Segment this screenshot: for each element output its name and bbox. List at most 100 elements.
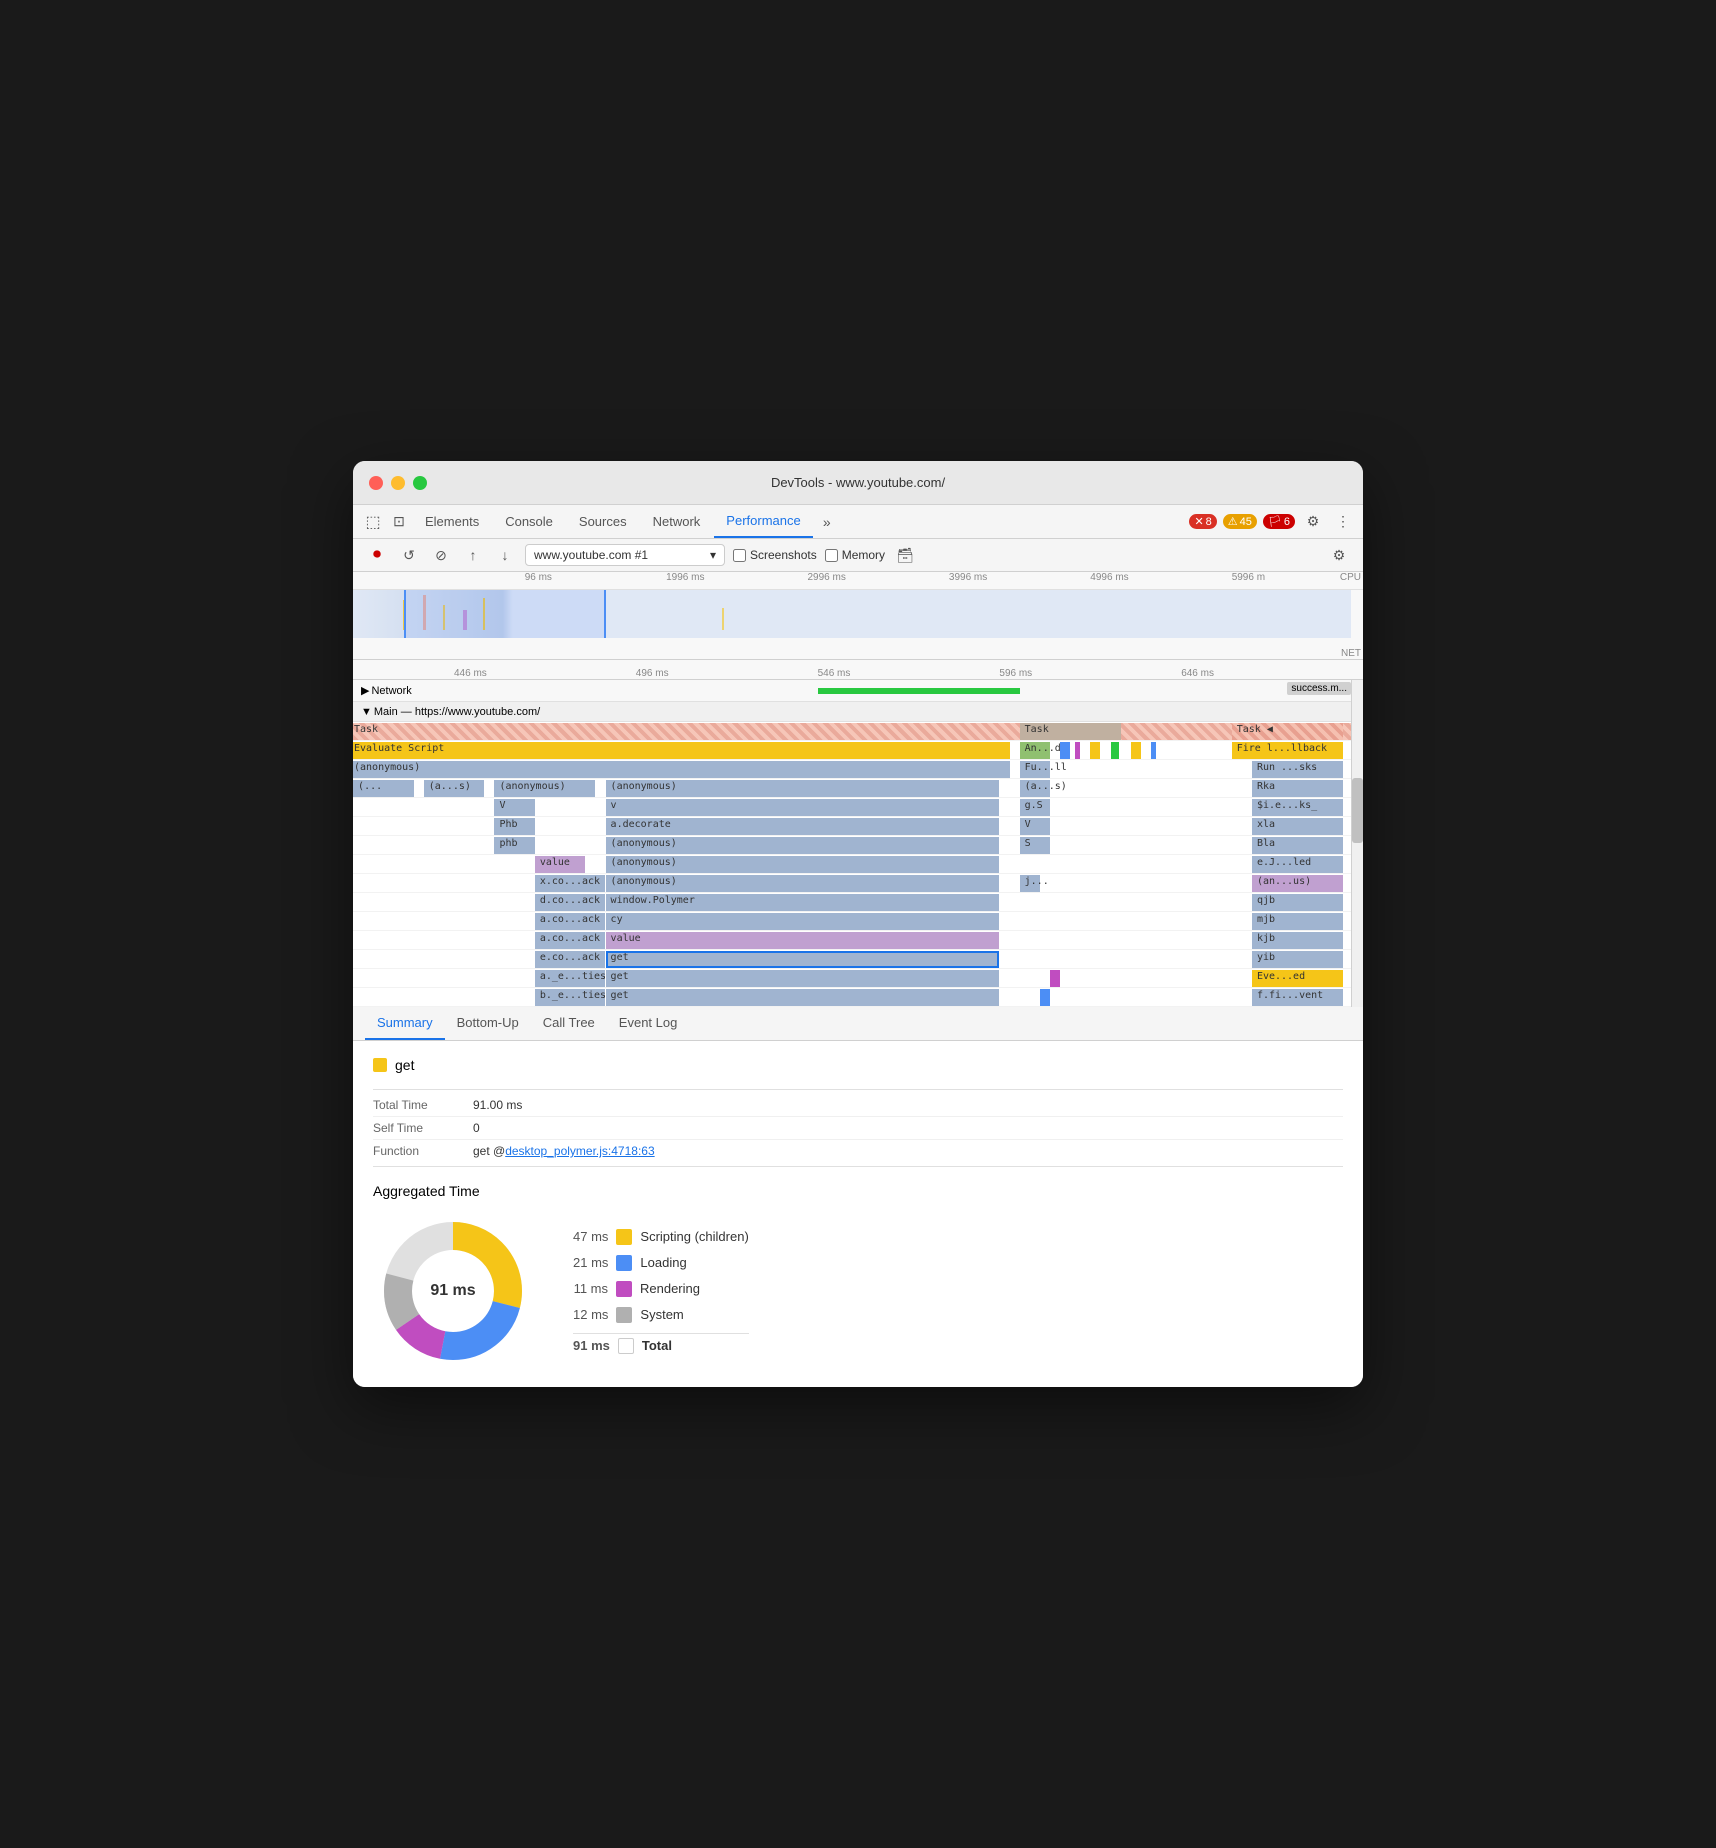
warn-badge: ⚠ 45 — [1223, 514, 1257, 529]
function-label: Function — [373, 1144, 473, 1158]
total-ms-legend: 91 ms — [573, 1338, 610, 1353]
clear-icon[interactable]: ⊘ — [429, 543, 453, 567]
cursor-icon[interactable]: ⬚ — [361, 510, 385, 534]
more-options-icon[interactable]: ⋮ — [1331, 510, 1355, 534]
self-time-label: Self Time — [373, 1121, 473, 1135]
flame-row-phb[interactable]: Phb a.decorate V xla — [353, 817, 1363, 836]
function-row: Function get @ desktop_polymer.js:4718:6… — [373, 1140, 1343, 1167]
flame-row-value[interactable]: value (anonymous) e.J...led — [353, 855, 1363, 874]
address-row: ⏺ ↺ ⊘ ↑ ↓ www.youtube.com #1 ▾ Screensho… — [353, 539, 1363, 572]
flame-row-eco[interactable]: e.co...ack get yib — [353, 950, 1363, 969]
scripting-label: Scripting (children) — [640, 1229, 748, 1244]
reload-icon[interactable]: ↺ — [397, 543, 421, 567]
loading-ms: 21 ms — [573, 1255, 608, 1270]
scrollbar-thumb[interactable] — [1352, 778, 1363, 843]
tab-event-log[interactable]: Event Log — [607, 1007, 690, 1040]
legend-scripting: 47 ms Scripting (children) — [573, 1229, 749, 1245]
tab-elements[interactable]: Elements — [413, 506, 491, 537]
tab-bottom-up[interactable]: Bottom-Up — [445, 1007, 531, 1040]
error-badge: ✕ 8 — [1189, 514, 1216, 529]
ruler-4996ms: 4996 ms — [1090, 572, 1128, 583]
close-button[interactable] — [369, 476, 383, 490]
minimize-button[interactable] — [391, 476, 405, 490]
scripting-color — [616, 1229, 632, 1245]
flame-row-aco2[interactable]: a.co...ack value kjb — [353, 931, 1363, 950]
flame-row-evaluate[interactable]: Evaluate Script An...d Fire l...llback — [353, 741, 1363, 760]
total-time-value: 91.00 ms — [473, 1098, 522, 1112]
system-label: System — [640, 1307, 683, 1322]
ruler-3996ms: 3996 ms — [949, 572, 987, 583]
url-text: www.youtube.com #1 — [534, 548, 648, 562]
flame-row-v[interactable]: V v g.S $i.e...ks_ — [353, 798, 1363, 817]
memory-icon[interactable]: 🗃 — [893, 543, 917, 567]
total-time-row: Total Time 91.00 ms — [373, 1094, 1343, 1117]
memory-checkbox-label[interactable]: Memory — [825, 548, 885, 562]
flame-row-aco1[interactable]: a.co...ack cy mjb — [353, 912, 1363, 931]
summary-panel: get Total Time 91.00 ms Self Time 0 Func… — [353, 1041, 1363, 1387]
zoom-ruler: 446 ms 496 ms 546 ms 596 ms 646 ms — [353, 660, 1363, 680]
settings-icon[interactable]: ⚙ — [1301, 510, 1325, 534]
flame-row-xco[interactable]: x.co...ack (anonymous) j... (an...us) — [353, 874, 1363, 893]
rendering-ms: 11 ms — [573, 1281, 608, 1296]
aggregated-content: 91 ms 47 ms Scripting (children) 21 ms L… — [373, 1211, 1343, 1371]
flame-row-multi1[interactable]: (... (a...s) (anonymous) (anonymous) (a.… — [353, 779, 1363, 798]
flame-row-task[interactable]: Task Task Task ◀ — [353, 722, 1363, 741]
more-tabs-icon[interactable]: » — [815, 510, 839, 534]
tab-summary[interactable]: Summary — [365, 1007, 445, 1040]
network-expand-icon[interactable]: ▶ — [357, 684, 369, 697]
main-expand-icon[interactable]: ▼ — [357, 706, 372, 718]
tab-network[interactable]: Network — [641, 506, 713, 537]
main-track-label: Main — https://www.youtube.com/ — [372, 706, 540, 718]
flame-row-be-ties[interactable]: b._e...ties get f.fi...vent — [353, 988, 1363, 1007]
screenshots-checkbox-label[interactable]: Screenshots — [733, 548, 817, 562]
self-time-row: Self Time 0 — [373, 1117, 1343, 1140]
aggregated-title: Aggregated Time — [373, 1183, 1343, 1199]
tab-performance[interactable]: Performance — [714, 505, 812, 538]
rendering-label: Rendering — [640, 1281, 700, 1296]
total-time-label: Total Time — [373, 1098, 473, 1112]
screenshots-checkbox[interactable] — [733, 549, 746, 562]
total-color — [618, 1338, 634, 1354]
network-track[interactable]: ▶ Network success.m... — [353, 680, 1363, 702]
timeline-ruler: 96 ms 1996 ms 2996 ms 3996 ms 4996 ms 59… — [353, 572, 1363, 590]
device-icon[interactable]: ⊡ — [387, 510, 411, 534]
flame-row-ae-ties[interactable]: a._e...ties get Eve...ed — [353, 969, 1363, 988]
net-label: NET — [1341, 648, 1361, 659]
self-time-value: 0 — [473, 1121, 480, 1135]
vertical-scrollbar[interactable] — [1351, 680, 1363, 1007]
memory-checkbox[interactable] — [825, 549, 838, 562]
flame-row-phb2[interactable]: phb (anonymous) S Bla — [353, 836, 1363, 855]
address-bar[interactable]: www.youtube.com #1 ▾ — [525, 544, 725, 566]
network-track-label: Network — [369, 685, 411, 697]
tab-console[interactable]: Console — [493, 506, 565, 537]
scripting-ms: 47 ms — [573, 1229, 608, 1244]
flame-chart: Task Task Task ◀ Evaluate Script An...d — [353, 722, 1363, 1007]
main-track-header[interactable]: ▼ Main — https://www.youtube.com/ — [353, 702, 1363, 722]
capture-settings-icon[interactable]: ⚙ — [1327, 543, 1351, 567]
download-icon[interactable]: ↓ — [493, 543, 517, 567]
ruler-1996ms: 1996 ms — [666, 572, 704, 583]
task-label-1: Task — [354, 724, 378, 735]
selection-range[interactable] — [404, 590, 606, 638]
flame-row-dco[interactable]: d.co...ack window.Polymer qjb — [353, 893, 1363, 912]
function-prefix: get @ — [473, 1144, 505, 1158]
tab-sources[interactable]: Sources — [567, 506, 639, 537]
devtools-window: DevTools - www.youtube.com/ ⬚ ⊡ Elements… — [353, 461, 1363, 1387]
system-color — [616, 1307, 632, 1323]
legend-rendering: 11 ms Rendering — [573, 1281, 749, 1297]
donut-chart: 91 ms — [373, 1211, 533, 1371]
function-link[interactable]: desktop_polymer.js:4718:63 — [505, 1144, 654, 1158]
upload-icon[interactable]: ↑ — [461, 543, 485, 567]
toolbar-tabs: ⬚ ⊡ Elements Console Sources Network Per… — [353, 505, 1363, 539]
overview-timeline[interactable]: 96 ms 1996 ms 2996 ms 3996 ms 4996 ms 59… — [353, 572, 1363, 660]
cpu-label: CPU — [1340, 572, 1361, 583]
flame-row-anonymous[interactable]: (anonymous) Fu...ll Run ...sks — [353, 760, 1363, 779]
window-title: DevTools - www.youtube.com/ — [771, 475, 945, 490]
dropdown-icon[interactable]: ▾ — [710, 548, 716, 562]
maximize-button[interactable] — [413, 476, 427, 490]
donut-total-label: 91 ms — [430, 1282, 475, 1300]
aggregated-legend: 47 ms Scripting (children) 21 ms Loading… — [573, 1229, 749, 1354]
tab-call-tree[interactable]: Call Tree — [531, 1007, 607, 1040]
record-icon[interactable]: ⏺ — [365, 543, 389, 567]
legend-total: 91 ms Total — [573, 1333, 749, 1354]
